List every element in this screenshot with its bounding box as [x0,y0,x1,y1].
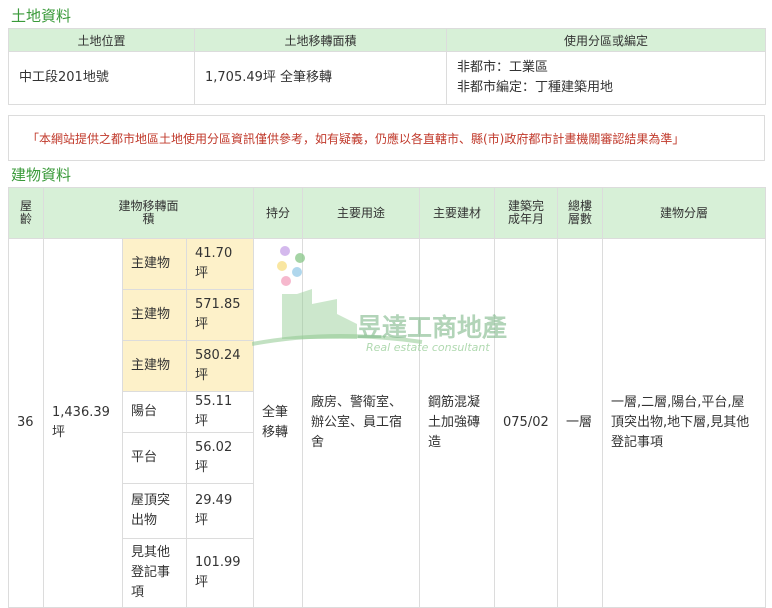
header-ownership: 持分 [253,187,304,239]
sub-item-label: 平台 [122,432,187,484]
sub-item-label: 主建物 [122,238,187,290]
land-zoning-line1: 非都市：工業區 [457,60,549,75]
land-header-area: 土地移轉面積 [194,28,447,52]
zoning-notice: 「本網站提供之都市地區土地使用分區資訊僅供參考，如有疑義，仍應以各直轄市、縣(市… [8,115,765,161]
sub-item-value: 41.70坪 [185,238,255,290]
header-floors: 總樓層數 [557,187,604,239]
sub-item-label: 主建物 [122,340,187,392]
sub-item-label: 屋頂突出物 [122,483,187,539]
building-main-use: 廠房、警衛室、辦公室、員工宿舍 [302,238,421,608]
sub-item-value: 101.99坪 [185,538,255,608]
land-section-title: 土地資料 [11,7,72,25]
header-main-use: 主要用途 [302,187,421,239]
land-table: 土地位置 土地移轉面積 使用分區或編定 中工段201地號 1,705.49坪 全… [8,28,766,105]
sub-item-label: 主建物 [122,289,187,341]
land-area: 1,705.49坪 全筆移轉 [194,51,447,105]
sub-item-value: 571.85坪 [185,289,255,341]
sub-item-value: 55.11坪 [185,391,255,433]
land-header-location: 土地位置 [8,28,195,52]
header-completion: 建築完成年月 [494,187,559,239]
building-total-area: 1,436.39坪 [43,238,123,608]
building-age: 36 [8,238,44,608]
land-header-zoning: 使用分區或編定 [446,28,766,52]
sub-item-value: 580.24坪 [185,340,255,392]
table-row: 36 1,436.39坪 主建物 41.70坪 全筆移轉 廠房、警衛室、辦公室、員工宿舍鋼… [8,238,767,608]
building-header-row: 屋齡 建物移轉面積 持分 主要用途 主要建材 建築完成年月 總樓層數 建物分層 [8,187,767,239]
sub-item-value: 29.49坪 [185,483,255,539]
building-ownership: 全筆移轉 [253,238,304,608]
building-main-material: 鋼筋混凝土加強磚造 [419,238,496,608]
header-transfer-area: 建物移轉面積 [42,187,255,239]
building-completion: 075/02 [494,238,559,608]
sub-item-value: 56.02坪 [185,432,255,484]
land-location: 中工段201地號 [8,51,195,105]
building-section-title: 建物資料 [11,166,72,184]
sub-item-label: 陽台 [122,391,187,433]
land-header-row: 土地位置 土地移轉面積 使用分區或編定 [8,28,766,52]
table-row: 中工段201地號 1,705.49坪 全筆移轉 非都市：工業區 非都市編定：丁種… [8,51,766,105]
sub-item-label: 見其他登記事項 [122,538,187,608]
header-floor-split: 建物分層 [602,187,767,239]
building-table: 屋齡 建物移轉面積 持分 主要用途 主要建材 建築完成年月 總樓層數 建物分層 … [8,187,767,608]
header-main-material: 主要建材 [419,187,496,239]
building-floor-split: 一層,二層,陽台,平台,屋頂突出物,地下層,見其他登記事項 [602,238,767,608]
header-age: 屋齡 [8,187,44,239]
building-floors: 一層 [557,238,604,608]
land-zoning-line2: 非都市編定：丁種建築用地 [457,80,614,95]
land-zoning: 非都市：工業區 非都市編定：丁種建築用地 [446,51,766,105]
